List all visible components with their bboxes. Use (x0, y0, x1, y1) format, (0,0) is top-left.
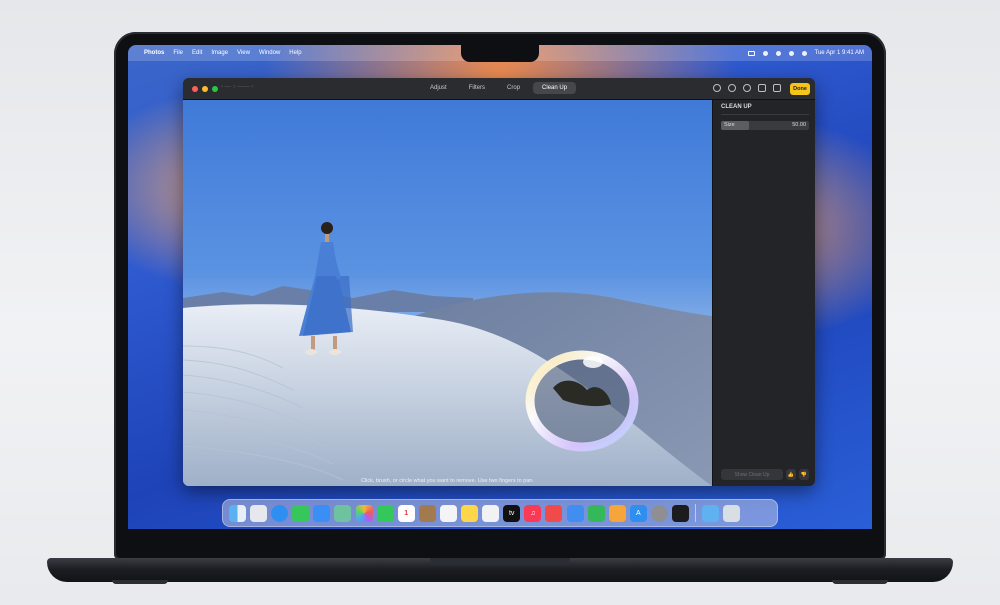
menu-help[interactable]: Help (289, 50, 301, 56)
numbers-icon[interactable] (587, 504, 605, 522)
tab-filters[interactable]: Filters (460, 82, 494, 94)
thumbs-up-icon[interactable]: 👍 (786, 469, 796, 480)
show-clean-up-button[interactable]: Show Clean Up (721, 469, 783, 480)
size-label: Size (724, 122, 735, 128)
freeform-icon[interactable] (482, 504, 500, 522)
screen: Photos File Edit Image View Window Help … (128, 45, 872, 529)
menu-file[interactable]: File (173, 50, 183, 56)
window-controls (192, 86, 218, 92)
menu-image[interactable]: Image (211, 50, 228, 56)
photo-image (183, 222, 712, 486)
appletv-icon[interactable]: tv (503, 504, 521, 522)
close-button[interactable] (192, 86, 198, 92)
messages-icon[interactable] (292, 504, 310, 522)
magic-wand-icon[interactable] (773, 84, 781, 92)
laptop-opening-notch (430, 558, 570, 565)
photos-edit-window: ‹ — ○ —— › Adjust Filters Crop Clean Up … (183, 78, 815, 486)
calendar-icon[interactable]: 1 (397, 504, 415, 522)
pages-icon[interactable] (608, 504, 626, 522)
settings-icon[interactable] (650, 504, 668, 522)
brush-size-slider[interactable]: Size 50.00 (721, 121, 809, 130)
news-icon[interactable] (545, 504, 563, 522)
laptop-foot-right (832, 580, 888, 584)
dock-separator (695, 504, 697, 522)
clean-up-selection-ring (525, 350, 639, 452)
done-button[interactable]: Done (790, 83, 810, 95)
keynote-icon[interactable] (566, 504, 584, 522)
minus-circle-icon[interactable] (728, 84, 736, 92)
control-center-icon[interactable] (788, 50, 794, 56)
menu-window[interactable]: Window (259, 50, 280, 56)
tab-adjust[interactable]: Adjust (421, 82, 456, 94)
notes-icon[interactable] (461, 504, 479, 522)
facetime-icon[interactable] (376, 504, 394, 522)
toolbar-tools (713, 84, 781, 92)
notes-brown-icon[interactable] (418, 504, 436, 522)
battery-icon[interactable] (747, 50, 755, 56)
mail-icon[interactable] (313, 504, 331, 522)
reminders-icon[interactable] (439, 504, 457, 522)
safari-icon[interactable] (271, 504, 289, 522)
wifi-icon[interactable] (762, 50, 768, 56)
menu-edit[interactable]: Edit (192, 50, 202, 56)
thumbs-down-icon[interactable]: 👎 (799, 469, 809, 480)
finder-icon[interactable] (229, 504, 246, 522)
photo-canvas[interactable]: Click, brush, or circle what you want to… (183, 100, 712, 486)
sidebar-footer: Show Clean Up 👍 👎 (721, 469, 809, 480)
search-icon[interactable] (775, 50, 781, 56)
tab-clean-up[interactable]: Clean Up (533, 82, 577, 94)
edit-toolbar: ‹ — ○ —— › Adjust Filters Crop Clean Up … (183, 78, 815, 100)
edit-tabs: Adjust Filters Crop Clean Up (421, 82, 577, 94)
camera-notch (461, 45, 539, 62)
tab-crop[interactable]: Crop (498, 82, 529, 94)
status-area: Tue Apr 1 9:41 AM (747, 45, 864, 61)
minimize-button[interactable] (202, 86, 208, 92)
dock: 1 tv ♫ A (222, 499, 778, 527)
music-icon[interactable]: ♫ (524, 504, 542, 522)
iphone-mirroring-icon[interactable] (671, 504, 689, 522)
zoom-button[interactable] (212, 86, 218, 92)
sidebar-title: CLEAN UP (721, 104, 752, 110)
favorite-heart-icon[interactable] (743, 84, 751, 92)
trash-icon[interactable] (723, 504, 741, 522)
launchpad-icon[interactable] (250, 504, 268, 522)
clean-up-sidebar: CLEAN UP Size 50.00 Show Clean Up 👍 👎 (712, 100, 815, 486)
menu-photos[interactable]: Photos (144, 50, 164, 56)
menu-clock[interactable]: Tue Apr 1 9:41 AM (815, 50, 864, 56)
rotate-icon[interactable] (758, 84, 766, 92)
divider (721, 114, 809, 115)
clean-up-hint: Click, brush, or circle what you want to… (360, 478, 535, 484)
zoom-slider-icon[interactable]: ‹ — ○ —— › (221, 84, 253, 90)
folder-icon[interactable] (702, 504, 720, 522)
info-icon[interactable] (713, 84, 721, 92)
siri-icon[interactable] (801, 50, 807, 56)
appstore-icon[interactable]: A (629, 504, 647, 522)
maps-icon[interactable] (334, 504, 352, 522)
photos-icon[interactable] (355, 504, 373, 522)
menu-view[interactable]: View (237, 50, 250, 56)
size-value: 50.00 (792, 122, 806, 128)
laptop-foot-left (112, 580, 168, 584)
